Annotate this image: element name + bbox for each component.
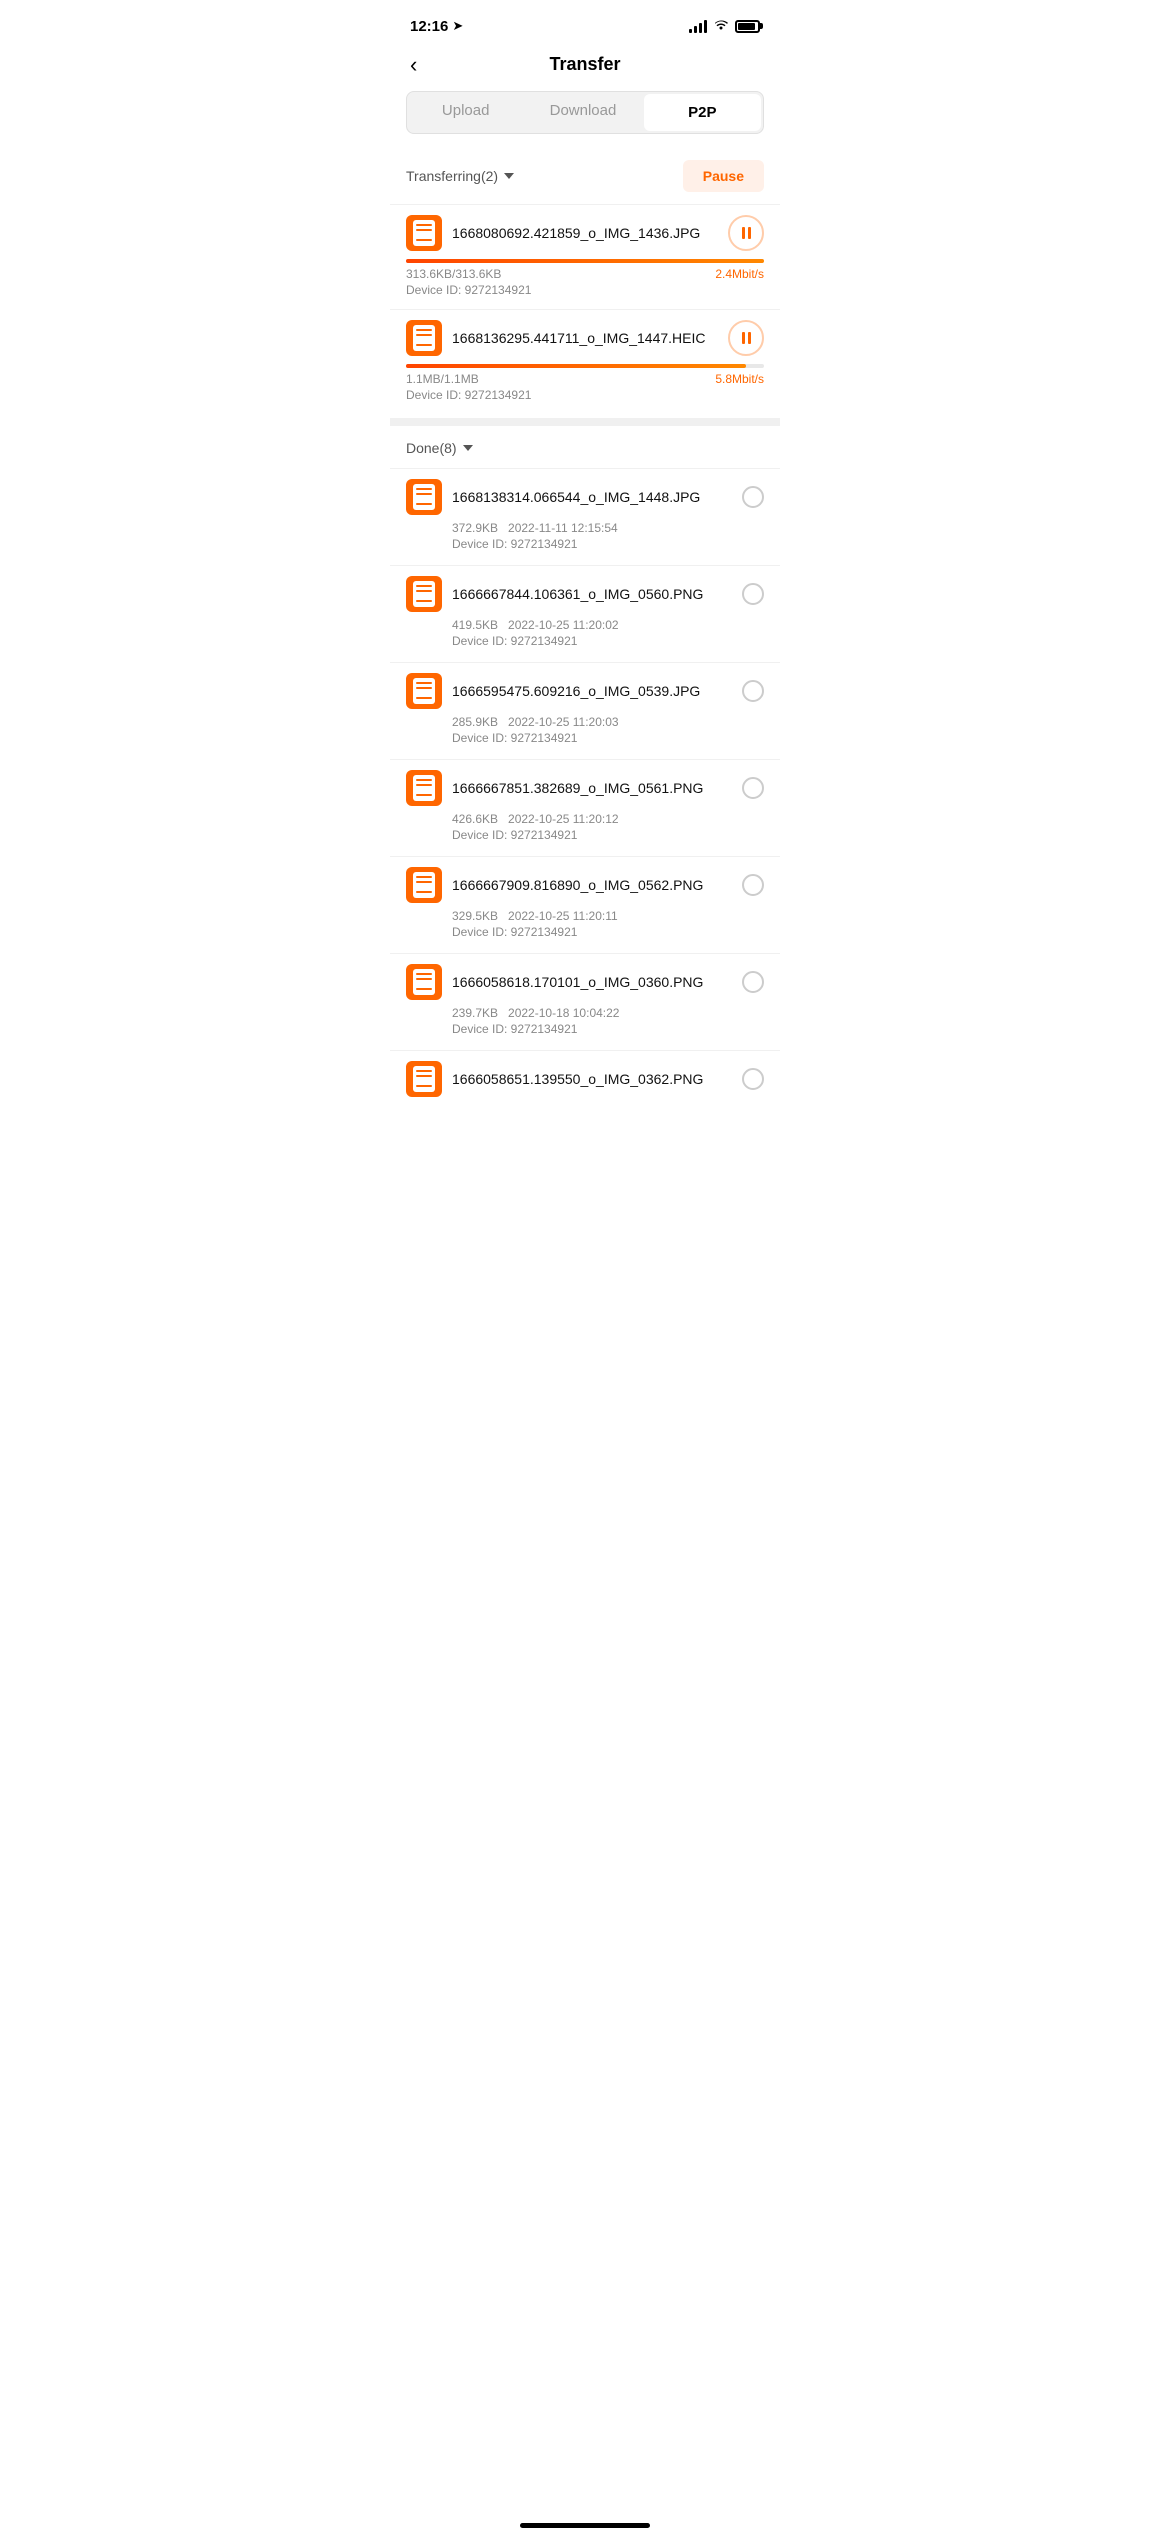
transfer-item-2: 1668136295.441711_o_IMG_1447.HEIC 1.1MB/… [390,309,780,414]
filename: 1668080692.421859_o_IMG_1436.JPG [452,225,718,241]
done-size-date: 239.7KB 2022-10-18 10:04:22 [406,1006,764,1020]
transfer-item-1: 1668080692.421859_o_IMG_1436.JPG 313.6KB… [390,204,780,309]
done-filename: 1666667844.106361_o_IMG_0560.PNG [452,586,732,602]
status-time: 12:16 [410,18,448,35]
home-indicator [390,2515,780,2532]
page-title: Transfer [549,54,620,75]
file-icon [406,320,442,356]
filename: 1668136295.441711_o_IMG_1447.HEIC [452,330,718,346]
transferring-section-header: Transferring(2) Pause [390,150,780,204]
file-icon [406,576,442,612]
transfer-device: Device ID: 9272134921 [406,283,764,297]
done-device: Device ID: 9272134921 [406,1022,764,1036]
transfer-meta: 1.1MB/1.1MB 5.8Mbit/s [406,372,764,386]
transfer-speed: 2.4Mbit/s [715,267,764,281]
file-icon [406,867,442,903]
pause-item-button[interactable] [728,320,764,356]
tab-bar: Upload Download P2P [406,91,764,134]
file-icon [406,673,442,709]
header: ‹ Transfer [390,44,780,91]
done-size-date: 419.5KB 2022-10-25 11:20:02 [406,618,764,632]
done-section-header: Done(8) [390,430,780,468]
done-device: Device ID: 9272134921 [406,925,764,939]
chevron-down-icon-done [463,445,473,451]
wifi-icon [713,18,729,34]
done-title[interactable]: Done(8) [406,440,473,456]
done-filename: 1666058618.170101_o_IMG_0360.PNG [452,974,732,990]
select-radio[interactable] [742,486,764,508]
done-size-date: 329.5KB 2022-10-25 11:20:11 [406,909,764,923]
done-item-4: 1666667851.382689_o_IMG_0561.PNG 426.6KB… [390,759,780,856]
progress-bar [406,364,746,368]
select-radio[interactable] [742,583,764,605]
transfer-device: Device ID: 9272134921 [406,388,764,402]
partial-filename: 1666058651.139550_o_IMG_0362.PNG [452,1071,732,1087]
file-icon [406,770,442,806]
back-button[interactable]: ‹ [410,52,417,78]
done-device: Device ID: 9272134921 [406,828,764,842]
done-item-3: 1666595475.609216_o_IMG_0539.JPG 285.9KB… [390,662,780,759]
status-icons [689,18,760,34]
tab-upload[interactable]: Upload [407,92,524,133]
file-icon [406,964,442,1000]
file-icon [406,1061,442,1097]
location-icon: ➤ [452,18,463,34]
done-size-date: 426.6KB 2022-10-25 11:20:12 [406,812,764,826]
section-divider [390,418,780,426]
select-radio[interactable] [742,777,764,799]
partial-item: 1666058651.139550_o_IMG_0362.PNG [390,1050,780,1097]
done-item-5: 1666667909.816890_o_IMG_0562.PNG 329.5KB… [390,856,780,953]
home-bar [520,2523,650,2528]
done-device: Device ID: 9272134921 [406,634,764,648]
file-icon [406,479,442,515]
done-filename: 1666667851.382689_o_IMG_0561.PNG [452,780,732,796]
select-radio[interactable] [742,971,764,993]
done-item-6: 1666058618.170101_o_IMG_0360.PNG 239.7KB… [390,953,780,1050]
progress-bar [406,259,764,263]
file-icon [406,215,442,251]
progress-bar-container [406,259,764,263]
tab-download[interactable]: Download [524,92,641,133]
status-bar: 12:16 ➤ [390,0,780,44]
done-device: Device ID: 9272134921 [406,537,764,551]
done-filename: 1666595475.609216_o_IMG_0539.JPG [452,683,732,699]
done-size-date: 285.9KB 2022-10-25 11:20:03 [406,715,764,729]
pause-item-button[interactable] [728,215,764,251]
done-item-1: 1668138314.066544_o_IMG_1448.JPG 372.9KB… [390,468,780,565]
transfer-size: 313.6KB/313.6KB [406,267,501,281]
select-radio[interactable] [742,680,764,702]
transfer-meta: 313.6KB/313.6KB 2.4Mbit/s [406,267,764,281]
transferring-title[interactable]: Transferring(2) [406,168,514,184]
done-list: 1668138314.066544_o_IMG_1448.JPG 372.9KB… [390,468,780,1050]
done-device: Device ID: 9272134921 [406,731,764,745]
done-filename: 1668138314.066544_o_IMG_1448.JPG [452,489,732,505]
pause-all-button[interactable]: Pause [683,160,764,192]
transfer-size: 1.1MB/1.1MB [406,372,479,386]
tab-p2p[interactable]: P2P [644,94,761,131]
select-radio[interactable] [742,874,764,896]
transfer-speed: 5.8Mbit/s [715,372,764,386]
progress-bar-container [406,364,764,368]
done-item-2: 1666667844.106361_o_IMG_0560.PNG 419.5KB… [390,565,780,662]
chevron-down-icon [504,173,514,179]
transferring-list: 1668080692.421859_o_IMG_1436.JPG 313.6KB… [390,204,780,414]
battery-icon [735,20,760,33]
signal-icon [689,19,707,33]
done-size-date: 372.9KB 2022-11-11 12:15:54 [406,521,764,535]
done-filename: 1666667909.816890_o_IMG_0562.PNG [452,877,732,893]
select-radio[interactable] [742,1068,764,1090]
